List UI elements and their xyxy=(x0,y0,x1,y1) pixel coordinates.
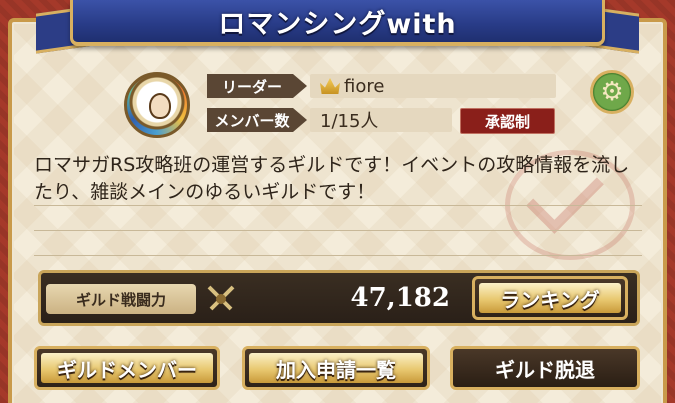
leave-guild-button[interactable]: ギルド脱退 xyxy=(450,346,640,390)
crown-icon xyxy=(320,78,340,94)
ranking-button[interactable]: ランキング xyxy=(472,276,628,320)
guild-power-label: ギルド戦闘力 xyxy=(46,284,196,314)
divider xyxy=(34,255,642,256)
guild-emblem-icon xyxy=(124,72,190,138)
leader-value: fiore xyxy=(320,74,384,98)
divider xyxy=(34,230,642,231)
guild-power-value: 47,182 xyxy=(350,283,450,313)
guild-members-button[interactable]: ギルドメンバー xyxy=(34,346,220,390)
ranking-button-label: ランキング xyxy=(500,287,600,312)
members-count: 1/15人 xyxy=(320,111,379,132)
crossed-swords-icon xyxy=(207,285,235,311)
members-label: メンバー数 xyxy=(207,108,307,132)
leader-label: リーダー xyxy=(207,74,307,98)
approval-badge: 承認制 xyxy=(460,108,555,134)
join-requests-button[interactable]: 加入申請一覧 xyxy=(242,346,430,390)
join-requests-button-label: 加入申請一覧 xyxy=(276,357,396,382)
guild-members-button-label: ギルドメンバー xyxy=(57,357,197,382)
title-banner: ロマンシングwith xyxy=(70,0,605,46)
guild-name: ロマンシングwith xyxy=(218,8,457,40)
guild-description: ロマサガRS攻略班の運営するギルドです！イベントの攻略情報を流したり、雑談メイン… xyxy=(34,154,630,203)
leave-guild-button-label: ギルド脱退 xyxy=(495,357,595,382)
leader-name: fiore xyxy=(344,75,385,97)
emblem-face xyxy=(149,93,171,119)
gear-icon[interactable]: ⚙ xyxy=(590,70,634,114)
